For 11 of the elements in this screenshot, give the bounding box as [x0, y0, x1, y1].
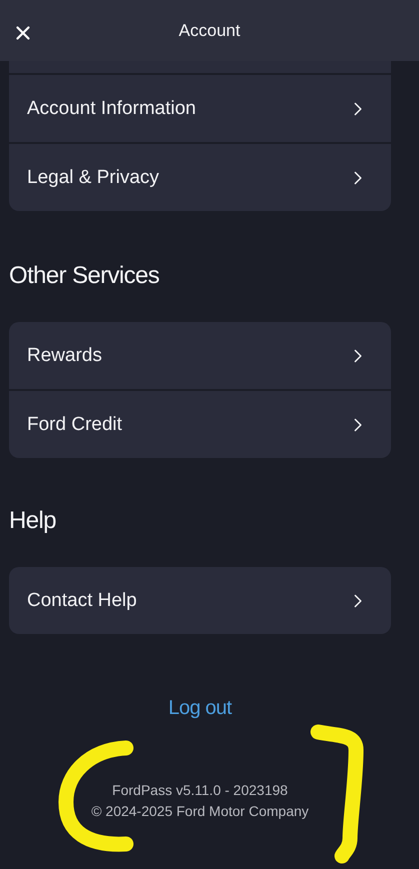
menu-item[interactable]: Account Information	[9, 75, 391, 142]
menu-item[interactable]: Legal & Privacy	[9, 144, 391, 211]
screen-title: Account	[178, 20, 240, 40]
section-heading: Help	[9, 506, 56, 536]
section-heading: Other Services	[9, 261, 160, 291]
menu-item[interactable]: Rewards	[9, 322, 391, 389]
footer-text: © 2024-2025 Ford Motor Company	[91, 802, 309, 821]
menu-item[interactable]: Ford Credit	[9, 391, 391, 458]
logout-link[interactable]: Log out	[168, 696, 232, 720]
menu-item[interactable]: Contact Help	[9, 567, 391, 634]
footer-text: FordPass v5.11.0 - 2023198	[112, 781, 288, 800]
